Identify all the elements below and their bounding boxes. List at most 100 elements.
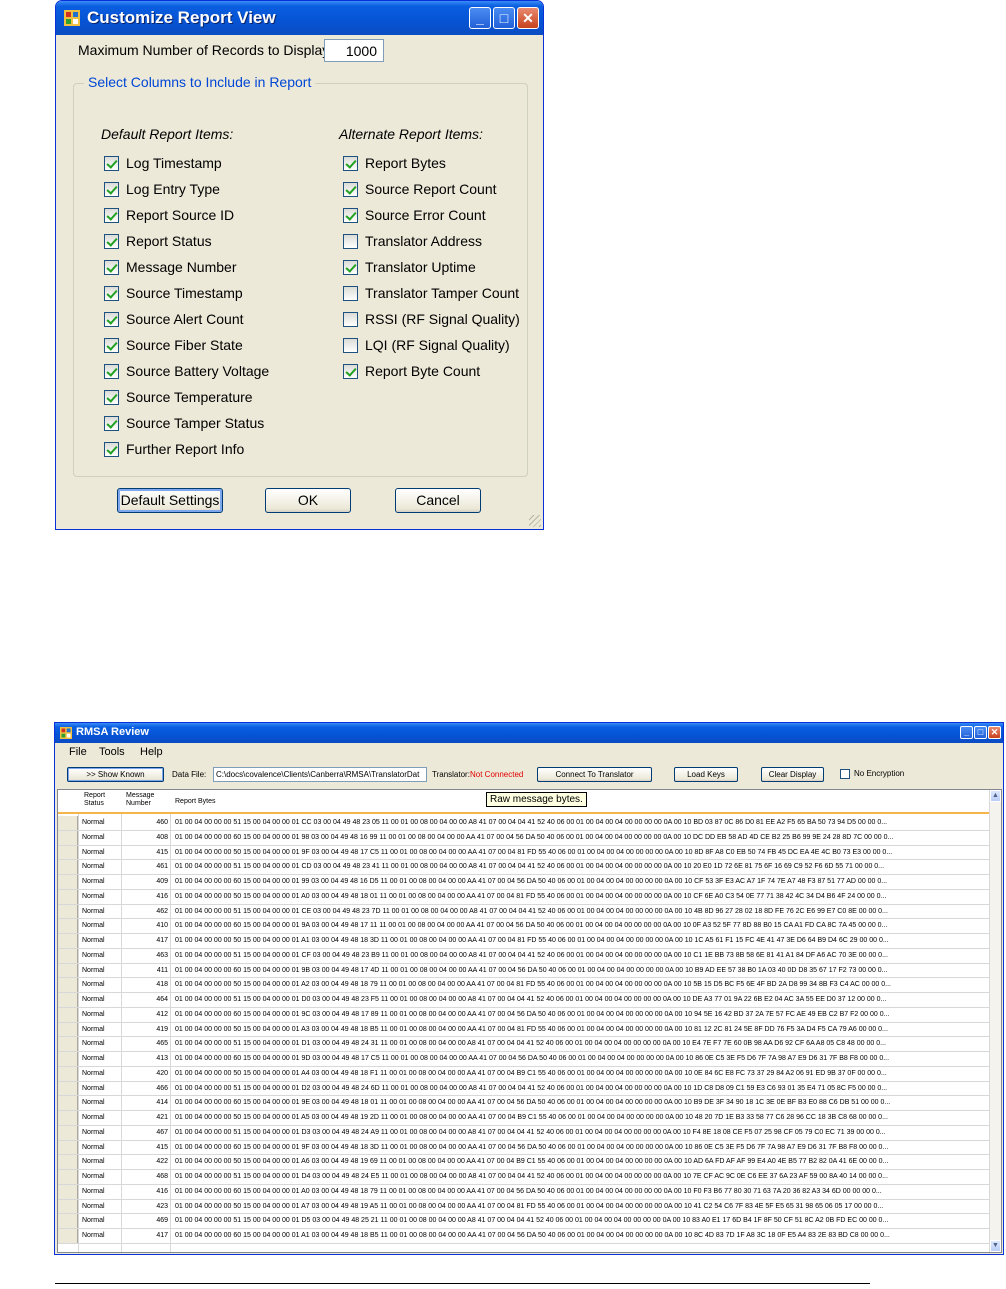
table-row[interactable]: Normal 423 01 00 04 00 00 00 50 15 00 04 0… — [58, 1199, 991, 1215]
row-header[interactable] — [58, 1022, 78, 1037]
checkmark-icon[interactable] — [343, 260, 358, 275]
default-settings-button[interactable]: Default Settings — [117, 488, 223, 513]
table-row[interactable]: Normal 416 01 00 04 00 00 00 60 15 00 04 0… — [58, 1184, 991, 1200]
table-row[interactable]: Normal 461 01 00 04 00 00 00 51 15 00 04 0… — [58, 860, 991, 875]
row-header[interactable] — [58, 1184, 78, 1199]
rmsa-close-button[interactable]: ✕ — [988, 726, 1001, 739]
checkbox-box[interactable] — [343, 234, 358, 249]
row-header[interactable] — [58, 1140, 78, 1155]
col-header-status[interactable]: Report Status — [84, 792, 118, 808]
row-header[interactable] — [58, 830, 78, 845]
row-header[interactable] — [58, 1170, 78, 1184]
table-row[interactable]: Normal 464 01 00 04 00 00 00 51 15 00 04 0… — [58, 993, 991, 1008]
checkmark-icon[interactable] — [104, 182, 119, 197]
row-header[interactable] — [58, 948, 78, 963]
row-header[interactable] — [58, 816, 78, 830]
minimize-button[interactable]: _ — [469, 7, 491, 29]
col-header-number[interactable]: Message Number — [126, 792, 166, 808]
checkmark-icon[interactable] — [104, 338, 119, 353]
checkmark-icon[interactable] — [104, 390, 119, 405]
table-row[interactable]: Normal 413 01 00 04 00 00 00 60 15 00 04 0… — [58, 1052, 991, 1067]
table-row[interactable]: Normal 465 01 00 04 00 00 00 51 15 00 04 0… — [58, 1037, 991, 1052]
checkmark-icon[interactable] — [104, 234, 119, 249]
checkmark-icon[interactable] — [104, 286, 119, 301]
ok-button[interactable]: OK — [265, 488, 351, 513]
scroll-down-icon[interactable]: ▼ — [990, 1240, 1001, 1252]
row-header[interactable] — [58, 904, 78, 919]
table-row[interactable]: Normal 419 01 00 04 00 00 00 50 15 00 04 0… — [58, 1022, 991, 1038]
max-records-input[interactable]: 1000 — [324, 39, 384, 62]
checkmark-icon[interactable] — [343, 182, 358, 197]
row-header[interactable] — [58, 993, 78, 1007]
no-encryption-checkbox[interactable] — [840, 769, 850, 779]
table-row[interactable]: Normal 420 01 00 04 00 00 00 50 15 00 04 0… — [58, 1066, 991, 1082]
row-header[interactable] — [58, 1214, 78, 1228]
report-grid[interactable]: Report Status Message Number Report Byte… — [57, 789, 1002, 1253]
row-header[interactable] — [58, 1007, 78, 1022]
connect-translator-button[interactable]: Connect To Translator — [537, 767, 652, 782]
row-header[interactable] — [58, 934, 78, 948]
row-header[interactable] — [58, 978, 78, 992]
row-header[interactable] — [58, 860, 78, 874]
table-row[interactable]: Normal 414 01 00 04 00 00 00 60 15 00 04 0… — [58, 1096, 991, 1111]
row-header[interactable] — [58, 1096, 78, 1110]
maximize-button[interactable]: □ — [493, 7, 515, 29]
table-row[interactable]: Normal 411 01 00 04 00 00 00 60 15 00 04 0… — [58, 963, 991, 979]
checkmark-icon[interactable] — [104, 416, 119, 431]
checkmark-icon[interactable] — [104, 156, 119, 171]
row-header[interactable] — [58, 1111, 78, 1125]
table-row[interactable]: Normal 468 01 00 04 00 00 00 51 15 00 04 0… — [58, 1170, 991, 1185]
table-row[interactable]: Normal 460 01 00 04 00 00 00 51 15 00 04 0… — [58, 816, 991, 831]
checkmark-icon[interactable] — [104, 442, 119, 457]
row-header[interactable] — [58, 963, 78, 978]
menu-tools[interactable]: Tools — [99, 746, 125, 758]
row-header[interactable] — [58, 1155, 78, 1169]
table-row[interactable]: Normal 415 01 00 04 00 00 00 50 15 00 04 0… — [58, 845, 991, 861]
row-header[interactable] — [58, 875, 78, 889]
table-row[interactable]: Normal 416 01 00 04 00 00 00 50 15 00 04 0… — [58, 889, 991, 905]
checkmark-icon[interactable] — [104, 364, 119, 379]
rmsa-maximize-button[interactable]: □ — [974, 726, 987, 739]
table-row[interactable]: Normal 466 01 00 04 00 00 00 51 15 00 04 0… — [58, 1081, 991, 1097]
menu-file[interactable]: File — [69, 746, 87, 758]
table-row[interactable]: Normal 410 01 00 04 00 00 00 60 15 00 04 0… — [58, 919, 991, 934]
load-keys-button[interactable]: Load Keys — [674, 767, 738, 782]
table-row[interactable]: Normal 417 01 00 04 00 00 00 60 15 00 04 0… — [58, 1229, 991, 1244]
resize-grip-icon[interactable] — [529, 515, 541, 527]
table-row[interactable]: Normal 409 01 00 04 00 00 00 60 15 00 04 0… — [58, 875, 991, 890]
vertical-scrollbar[interactable]: ▲ ▼ — [989, 790, 1001, 1252]
rmsa-titlebar[interactable]: RMSA Review _ □ ✕ — [55, 723, 1003, 743]
row-header[interactable] — [58, 919, 78, 933]
checkmark-icon[interactable] — [343, 156, 358, 171]
table-row[interactable]: Normal 412 01 00 04 00 00 00 60 15 00 04 0… — [58, 1007, 991, 1023]
show-known-button[interactable]: >> Show Known — [67, 767, 164, 782]
row-header[interactable] — [58, 1052, 78, 1066]
table-row[interactable]: Normal 417 01 00 04 00 00 00 50 15 00 04 0… — [58, 934, 991, 949]
table-row[interactable]: Normal 408 01 00 04 00 00 00 60 15 00 04 0… — [58, 830, 991, 846]
checkbox-box[interactable] — [343, 286, 358, 301]
table-row[interactable]: Normal 415 01 00 04 00 00 00 60 15 00 04 0… — [58, 1140, 991, 1156]
close-button[interactable]: ✕ — [517, 7, 539, 29]
row-header[interactable] — [58, 1199, 78, 1214]
table-row[interactable]: Normal 469 01 00 04 00 00 00 51 15 00 04 0… — [58, 1214, 991, 1229]
row-header[interactable] — [58, 845, 78, 860]
row-header[interactable] — [58, 1229, 78, 1243]
table-row[interactable]: Normal 421 01 00 04 00 00 00 50 15 00 04 0… — [58, 1111, 991, 1126]
dialog-titlebar[interactable]: Customize Report View _ □ ✕ — [56, 1, 543, 35]
row-header[interactable] — [58, 1066, 78, 1081]
cancel-button[interactable]: Cancel — [395, 488, 481, 513]
table-row[interactable]: Normal 418 01 00 04 00 00 00 50 15 00 04 0… — [58, 978, 991, 993]
row-header[interactable] — [58, 1125, 78, 1140]
checkmark-icon[interactable] — [104, 312, 119, 327]
checkbox-box[interactable] — [343, 312, 358, 327]
table-row[interactable]: Normal 463 01 00 04 00 00 00 51 15 00 04 0… — [58, 948, 991, 964]
menu-help[interactable]: Help — [140, 746, 163, 758]
scroll-up-icon[interactable]: ▲ — [990, 790, 1001, 802]
row-header[interactable] — [58, 1081, 78, 1096]
checkmark-icon[interactable] — [343, 208, 358, 223]
clear-display-button[interactable]: Clear Display — [761, 767, 824, 782]
table-row[interactable]: Normal 422 01 00 04 00 00 00 50 15 00 04 0… — [58, 1155, 991, 1170]
table-row[interactable]: Normal 462 01 00 04 00 00 00 51 15 00 04 0… — [58, 904, 991, 920]
checkmark-icon[interactable] — [104, 260, 119, 275]
data-file-input[interactable]: C:\docs\covalence\Clients\Canberra\RMSA\… — [213, 767, 427, 782]
